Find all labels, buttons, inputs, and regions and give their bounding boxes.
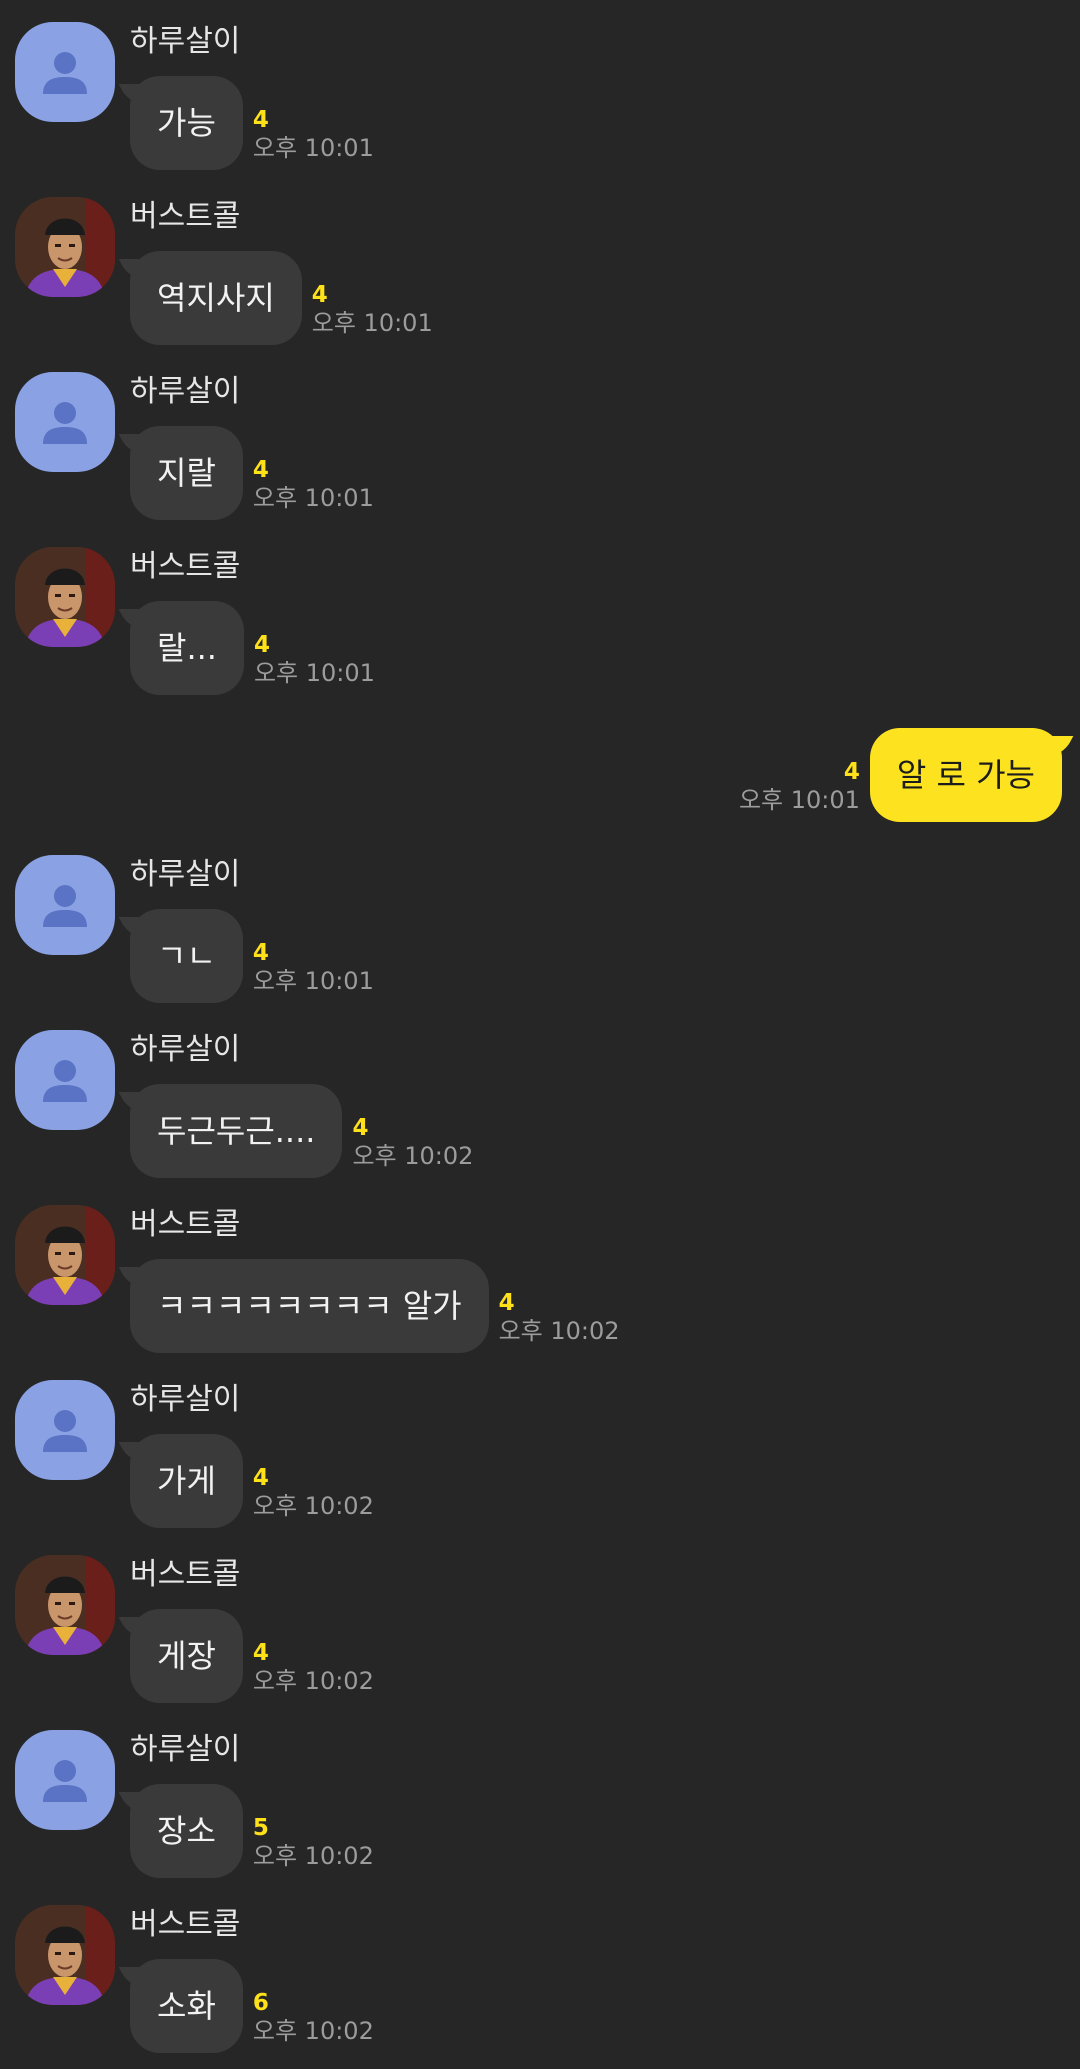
message-meta: 4 오후 10:02: [499, 1259, 620, 1346]
my-message-bubble[interactable]: 알 로 가능: [869, 728, 1062, 822]
sender-name[interactable]: 하루살이: [130, 1730, 240, 1770]
message-row: 게장 4 오후 10:02: [130, 1609, 374, 1703]
message-bubble[interactable]: 소화: [130, 1959, 243, 2053]
sender-avatar[interactable]: [15, 1730, 115, 1830]
default-person-icon: [43, 402, 87, 444]
message-row: 두근두근.... 4 오후 10:02: [130, 1084, 473, 1178]
message-bubble[interactable]: 랄...: [130, 601, 244, 695]
message-time: 오후 10:01: [252, 484, 374, 512]
message-bubble[interactable]: 지랄: [130, 426, 243, 520]
message-row: 역지사지 4 오후 10:01: [130, 251, 433, 345]
default-person-icon: [43, 885, 87, 927]
message-time: 오후 10:02: [352, 1142, 474, 1170]
message-meta: 4 오후 10:02: [253, 1434, 374, 1521]
message-time: 오후 10:02: [252, 1492, 374, 1520]
sender-name[interactable]: 버스트콜: [130, 1555, 240, 1595]
default-person-icon: [43, 1410, 87, 1452]
unread-count: 4: [498, 1290, 515, 1316]
sender-avatar[interactable]: [15, 1905, 115, 2005]
unread-count: 4: [352, 1115, 369, 1141]
profile-photo: [15, 1555, 115, 1655]
message-time: 오후 10:01: [252, 967, 374, 995]
profile-photo: [15, 547, 115, 647]
message-row: 가능 4 오후 10:01: [130, 76, 374, 170]
message-row: 랄... 4 오후 10:01: [130, 601, 375, 695]
unread-count: 4: [252, 107, 269, 133]
message-bubble[interactable]: 가능: [130, 76, 243, 170]
sender-avatar[interactable]: [15, 1380, 115, 1480]
sender-name[interactable]: 버스트콜: [130, 1205, 240, 1245]
unread-count: 5: [252, 1815, 269, 1841]
unread-count: 4: [252, 1640, 269, 1666]
message-meta: 4 오후 10:01: [253, 76, 374, 163]
sender-name[interactable]: 버스트콜: [130, 1905, 240, 1945]
profile-photo: [15, 1205, 115, 1305]
unread-count: 6: [252, 1990, 269, 2016]
sender-avatar[interactable]: [15, 1030, 115, 1130]
message-row: ㄱㄴ 4 오후 10:01: [130, 909, 374, 1003]
unread-count: 4: [252, 457, 269, 483]
message-meta: 4 오후 10:01: [312, 251, 433, 338]
sender-name[interactable]: 하루살이: [130, 1380, 240, 1420]
message-meta: 4 오후 10:01: [253, 909, 374, 996]
message-row: ㅋㅋㅋㅋㅋㅋㅋㅋ 알가 4 오후 10:02: [130, 1259, 620, 1353]
message-meta: 4 오후 10:01: [253, 426, 374, 513]
sender-name[interactable]: 하루살이: [130, 1030, 240, 1070]
sender-name[interactable]: 하루살이: [130, 855, 240, 895]
message-time: 오후 10:01: [738, 786, 860, 814]
message-row: 장소 5 오후 10:02: [130, 1784, 374, 1878]
message-row: 가게 4 오후 10:02: [130, 1434, 374, 1528]
profile-photo: [15, 1905, 115, 2005]
unread-count: 4: [253, 632, 270, 658]
sender-avatar[interactable]: [15, 855, 115, 955]
message-meta: 6 오후 10:02: [253, 1959, 374, 2046]
sender-avatar[interactable]: [15, 197, 115, 297]
message-meta: 4 오후 10:02: [352, 1084, 473, 1171]
message-time: 오후 10:02: [252, 2017, 374, 2045]
unread-count: 4: [311, 282, 328, 308]
profile-photo: [15, 197, 115, 297]
default-person-icon: [43, 52, 87, 94]
sender-name[interactable]: 하루살이: [130, 22, 240, 62]
message-bubble[interactable]: 역지사지: [130, 251, 302, 345]
sender-name[interactable]: 버스트콜: [130, 197, 240, 237]
message-row: 지랄 4 오후 10:01: [130, 426, 374, 520]
message-time: 오후 10:01: [253, 659, 375, 687]
sender-name[interactable]: 버스트콜: [130, 547, 240, 587]
default-person-icon: [43, 1760, 87, 1802]
sender-name[interactable]: 하루살이: [130, 372, 240, 412]
unread-count: 4: [843, 759, 860, 785]
message-time: 오후 10:01: [252, 134, 374, 162]
message-bubble[interactable]: ㄱㄴ: [130, 909, 243, 1003]
message-time: 오후 10:01: [311, 309, 433, 337]
message-bubble[interactable]: 게장: [130, 1609, 243, 1703]
message-row: 소화 6 오후 10:02: [130, 1959, 374, 2053]
sender-avatar[interactable]: [15, 22, 115, 122]
default-person-icon: [43, 1060, 87, 1102]
message-time: 오후 10:02: [252, 1842, 374, 1870]
message-meta: 5 오후 10:02: [253, 1784, 374, 1871]
message-meta: 4 오후 10:01: [254, 601, 375, 688]
message-meta: 4 오후 10:01: [739, 728, 860, 815]
sender-avatar[interactable]: [15, 372, 115, 472]
chat-message-list[interactable]: 하루살이 가능 4 오후 10:01 버스트콜 역지사지 4 오후 10:01 …: [0, 0, 1080, 2069]
unread-count: 4: [252, 1465, 269, 1491]
message-time: 오후 10:02: [252, 1667, 374, 1695]
message-bubble[interactable]: 두근두근....: [130, 1084, 343, 1178]
sender-avatar[interactable]: [15, 1205, 115, 1305]
message-bubble[interactable]: 가게: [130, 1434, 243, 1528]
message-time: 오후 10:02: [498, 1317, 620, 1345]
message-bubble[interactable]: ㅋㅋㅋㅋㅋㅋㅋㅋ 알가: [130, 1259, 489, 1353]
sender-avatar[interactable]: [15, 1555, 115, 1655]
message-bubble[interactable]: 장소: [130, 1784, 243, 1878]
unread-count: 4: [252, 940, 269, 966]
message-row: 알 로 가능 4 오후 10:01: [739, 728, 1062, 822]
sender-avatar[interactable]: [15, 547, 115, 647]
message-meta: 4 오후 10:02: [253, 1609, 374, 1696]
